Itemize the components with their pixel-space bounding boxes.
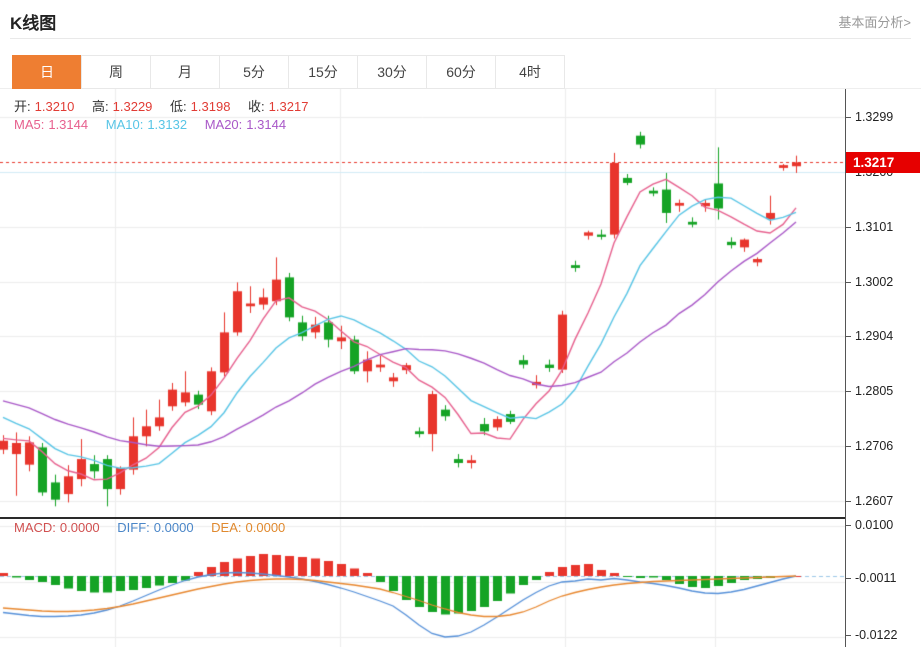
close-label: 收: bbox=[248, 99, 265, 114]
axis-tick bbox=[846, 501, 851, 502]
chart-area: 开: 1.3210 高: 1.3229 低: 1.3198 收: 1.3217 MA5:… bbox=[0, 89, 921, 647]
axis-tick bbox=[846, 117, 851, 118]
macd-axis-label: -0.0011 bbox=[855, 570, 896, 587]
price-axis: 1.3299 1.3200 1.3101 1.3002 1.2904 1.280… bbox=[845, 89, 921, 647]
dea-label: DEA: bbox=[211, 520, 241, 535]
macd-readout: MACD: 0.0000 DIFF: 0.0000 DEA: 0.0000 bbox=[14, 520, 289, 535]
macd-label: MACD: bbox=[14, 520, 56, 535]
ma-readout: MA5:1.3144 MA10:1.3132 MA20:1.3144 bbox=[14, 117, 290, 132]
kline-canvas[interactable] bbox=[0, 89, 845, 647]
price-axis-label: 1.2706 bbox=[855, 438, 893, 455]
macd-axis-label: -0.0122 bbox=[855, 627, 897, 644]
ma20-label: MA20: bbox=[205, 117, 243, 132]
open-label: 开: bbox=[14, 99, 31, 114]
fundamental-analysis-link[interactable]: 基本面分析> bbox=[838, 12, 911, 31]
price-axis-label: 1.3299 bbox=[855, 109, 893, 126]
dea-value: 0.0000 bbox=[246, 520, 286, 535]
high-label: 高: bbox=[92, 99, 109, 114]
ohlc-readout: 开: 1.3210 高: 1.3229 低: 1.3198 收: 1.3217 bbox=[14, 96, 312, 115]
ma10-value: 1.3132 bbox=[147, 117, 187, 132]
page-title: K线图 bbox=[10, 9, 56, 34]
tab-15min[interactable]: 15分 bbox=[288, 55, 358, 89]
tab-60min[interactable]: 60分 bbox=[426, 55, 496, 89]
axis-tick bbox=[846, 525, 851, 526]
diff-value: 0.0000 bbox=[154, 520, 194, 535]
price-axis-label: 1.2805 bbox=[855, 383, 893, 400]
price-axis-label: 1.2904 bbox=[855, 328, 893, 345]
axis-tick bbox=[846, 391, 851, 392]
axis-tick bbox=[846, 578, 851, 579]
ma20-value: 1.3144 bbox=[246, 117, 286, 132]
price-axis-label: 1.2607 bbox=[855, 493, 893, 510]
close-value: 1.3217 bbox=[269, 99, 309, 114]
pane-divider bbox=[0, 517, 921, 519]
axis-tick bbox=[846, 446, 851, 447]
tab-month[interactable]: 月 bbox=[150, 55, 220, 89]
tab-30min[interactable]: 30分 bbox=[357, 55, 427, 89]
macd-value: 0.0000 bbox=[60, 520, 100, 535]
macd-axis-label: 0.0100 bbox=[855, 517, 893, 534]
low-label: 低: bbox=[170, 99, 187, 114]
axis-tick bbox=[846, 227, 851, 228]
tab-day[interactable]: 日 bbox=[12, 55, 82, 89]
ma10-label: MA10: bbox=[106, 117, 144, 132]
low-value: 1.3198 bbox=[191, 99, 231, 114]
diff-label: DIFF: bbox=[117, 520, 150, 535]
ma5-value: 1.3144 bbox=[48, 117, 88, 132]
tab-5min[interactable]: 5分 bbox=[219, 55, 289, 89]
axis-tick bbox=[846, 635, 851, 636]
title-divider bbox=[10, 38, 911, 39]
period-tabbar: 日 周 月 5分 15分 30分 60分 4时 bbox=[12, 55, 565, 89]
ma5-label: MA5: bbox=[14, 117, 44, 132]
tab-week[interactable]: 周 bbox=[81, 55, 151, 89]
price-axis-label: 1.3002 bbox=[855, 274, 893, 291]
open-value: 1.3210 bbox=[35, 99, 75, 114]
price-axis-label: 1.3101 bbox=[855, 219, 893, 236]
tab-4hour[interactable]: 4时 bbox=[495, 55, 565, 89]
axis-tick bbox=[846, 282, 851, 283]
high-value: 1.3229 bbox=[113, 99, 153, 114]
kline-page: K线图 基本面分析> 日 周 月 5分 15分 30分 60分 4时 开: 1.3… bbox=[0, 0, 921, 650]
current-price-tag: 1.3217 bbox=[846, 152, 920, 173]
axis-tick bbox=[846, 336, 851, 337]
